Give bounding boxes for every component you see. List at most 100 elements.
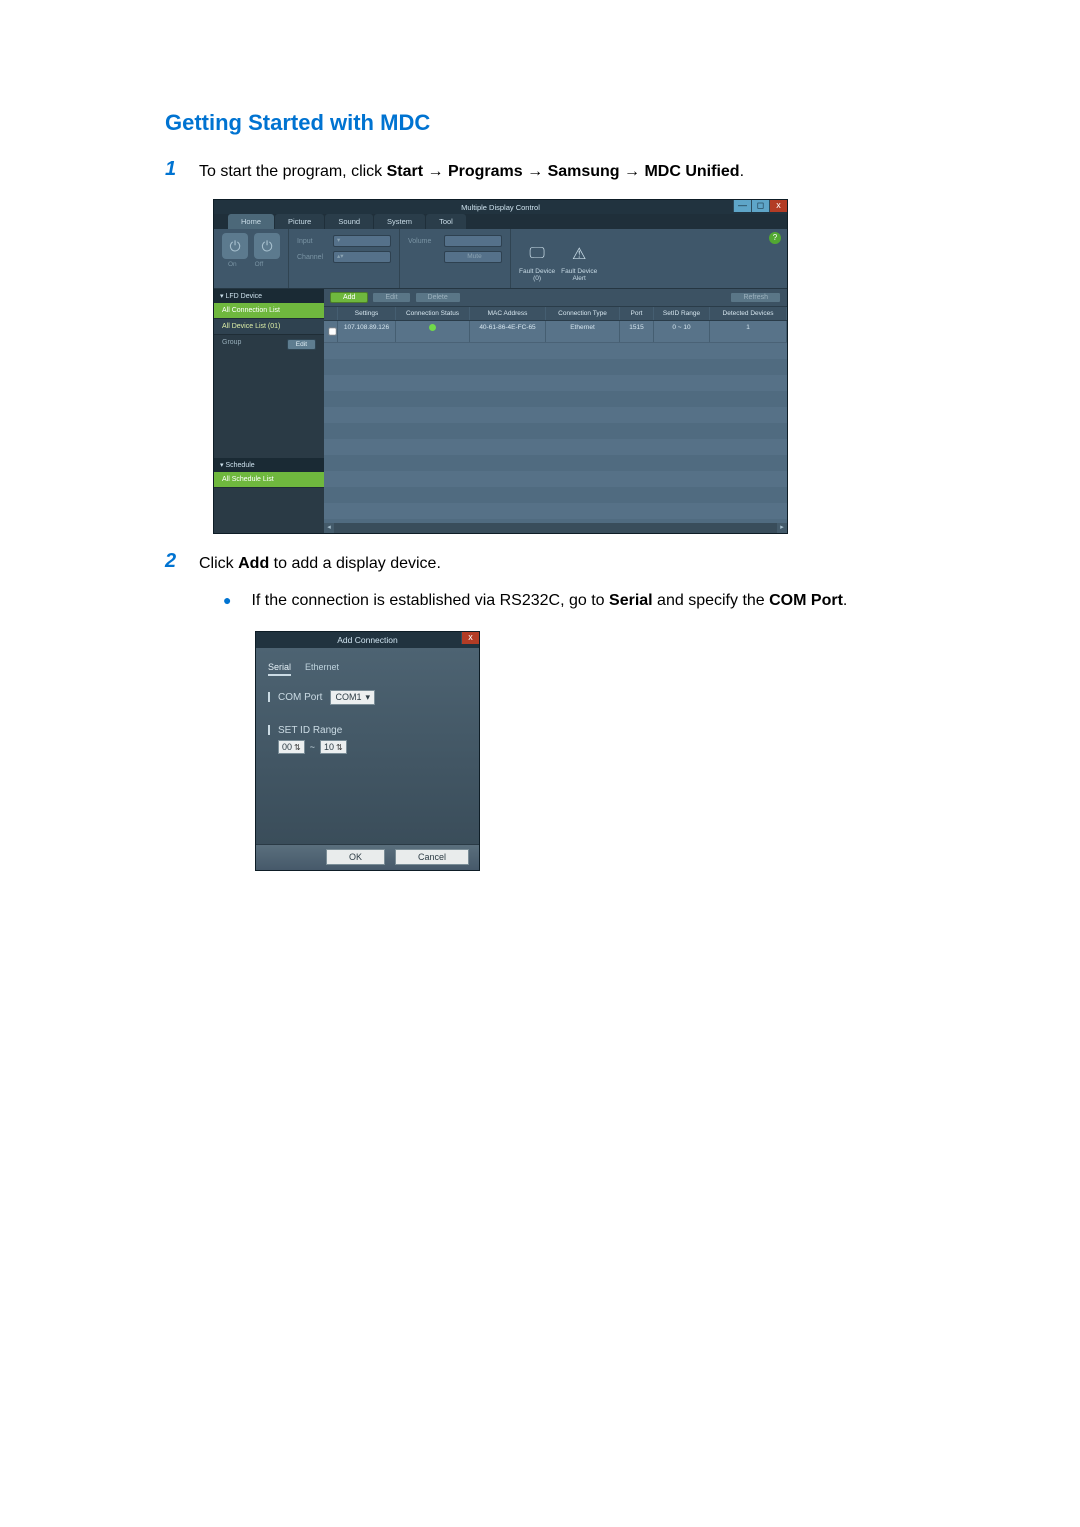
sidebar-schedule-header[interactable]: ▾ Schedule <box>214 458 324 472</box>
help-icon[interactable]: ? <box>769 232 781 244</box>
fault-device-icon[interactable]: 🖵 <box>524 242 550 266</box>
sidebar-group-row: Group Edit <box>214 335 324 354</box>
scroll-left-icon[interactable]: ◂ <box>324 523 334 533</box>
bullet-post: . <box>843 592 847 609</box>
arrow: → <box>620 163 645 180</box>
maximize-button[interactable]: ◻ <box>751 200 769 212</box>
dialog-titlebar: Add Connection x <box>256 632 479 648</box>
field-marker-icon <box>268 725 270 735</box>
tab-tool[interactable]: Tool <box>426 214 466 229</box>
cancel-button[interactable]: Cancel <box>395 849 469 865</box>
kw-samsung: Samsung <box>548 163 620 180</box>
input-select[interactable]: ▾ <box>333 235 391 247</box>
delete-button[interactable]: Delete <box>415 292 461 303</box>
step1-post: . <box>740 163 744 180</box>
ribbon-tabs: Home Picture Sound System Tool <box>214 214 787 229</box>
th-connstatus[interactable]: Connection Status <box>396 307 470 320</box>
ok-button[interactable]: OK <box>326 849 385 865</box>
setid-sep: ~ <box>310 742 315 752</box>
arrow: → <box>523 163 548 180</box>
row-checkbox[interactable] <box>329 328 337 336</box>
sidebar: ▾ LFD Device All Connection List All Dev… <box>214 289 324 533</box>
th-settings[interactable]: Settings <box>338 307 396 320</box>
edit-button[interactable]: Edit <box>372 292 410 303</box>
step-text: To start the program, click Start → Prog… <box>199 158 920 185</box>
bullet-icon: ● <box>223 587 231 614</box>
power-on-button[interactable]: ⏻ <box>222 233 248 259</box>
cell-port: 1515 <box>620 321 654 342</box>
close-button[interactable]: x <box>769 200 787 212</box>
scroll-right-icon[interactable]: ▸ <box>777 523 787 533</box>
device-toolbar: Add Edit Delete Refresh <box>324 289 787 306</box>
setid-from-stepper[interactable]: 00⇅ <box>278 740 305 754</box>
sidebar-lfd-header[interactable]: ▾ LFD Device <box>214 289 324 303</box>
cell-detected: 1 <box>710 321 787 342</box>
th-conntype[interactable]: Connection Type <box>546 307 620 320</box>
step-text: Click Add to add a display device. <box>199 550 920 577</box>
refresh-button[interactable]: Refresh <box>730 292 781 303</box>
kw-add: Add <box>238 555 269 572</box>
step2-pre: Click <box>199 555 238 572</box>
stepper-arrows-icon: ⇅ <box>294 743 301 752</box>
power-on-label: On <box>228 261 237 268</box>
th-checkbox[interactable] <box>324 307 338 320</box>
power-off-button[interactable]: ⏻ <box>254 233 280 259</box>
tab-picture[interactable]: Picture <box>275 214 324 229</box>
main-pane: Add Edit Delete Refresh Settings Connect… <box>324 289 787 533</box>
status-dot-icon <box>429 324 436 331</box>
kw-mdc-unified: MDC Unified <box>644 163 739 180</box>
sidebar-all-connection[interactable]: All Connection List <box>214 303 324 319</box>
step-number: 2 <box>165 550 181 577</box>
fault-alert-label: Fault Device Alert <box>561 268 597 282</box>
th-detected[interactable]: Detected Devices <box>710 307 787 320</box>
sidebar-all-device[interactable]: All Device List (01) <box>214 319 324 335</box>
step1-pre: To start the program, click <box>199 163 387 180</box>
dialog-title: Add Connection <box>337 635 398 645</box>
th-mac[interactable]: MAC Address <box>470 307 546 320</box>
section-heading: Getting Started with MDC <box>165 110 920 136</box>
dialog-close-button[interactable]: x <box>461 632 479 644</box>
setid-label: SET ID Range <box>278 725 342 736</box>
tab-sound[interactable]: Sound <box>325 214 373 229</box>
step-2-bullet: ● If the connection is established via R… <box>165 587 920 614</box>
mute-button[interactable]: Mute <box>444 251 502 263</box>
fault-alert-icon[interactable]: ⚠ <box>566 242 592 266</box>
th-port[interactable]: Port <box>620 307 654 320</box>
cell-range: 0 ~ 10 <box>654 321 710 342</box>
step-2: 2 Click Add to add a display device. <box>165 550 920 577</box>
th-setid[interactable]: SetID Range <box>654 307 710 320</box>
tab-ethernet[interactable]: Ethernet <box>305 662 339 676</box>
arrow: → <box>423 163 448 180</box>
cell-conntype: Ethernet <box>546 321 620 342</box>
cell-mac: 40-61-86-4E-FC-65 <box>470 321 546 342</box>
sidebar-all-schedule[interactable]: All Schedule List <box>214 472 324 488</box>
chevron-down-icon: ▾ <box>365 692 370 703</box>
group-edit-button[interactable]: Edit <box>287 339 316 350</box>
minimize-button[interactable]: — <box>733 200 751 212</box>
comport-value: COM1 <box>335 692 361 702</box>
bullet-mid: and specify the <box>653 592 770 609</box>
step-1: 1 To start the program, click Start → Pr… <box>165 158 920 185</box>
tab-system[interactable]: System <box>374 214 425 229</box>
volume-field[interactable] <box>444 235 502 247</box>
mdc-window: Multiple Display Control — ◻ x Home Pict… <box>213 199 788 534</box>
window-title: Multiple Display Control <box>461 203 540 212</box>
fault-device-label: Fault Device (0) <box>519 268 555 282</box>
volume-label: Volume <box>408 238 440 245</box>
horizontal-scrollbar[interactable]: ◂ ▸ <box>324 523 787 533</box>
ribbon: ? ⏻ ⏻ On Off Input▾ Channel▴▾ Volume Mut… <box>214 229 787 289</box>
kw-comport: COM Port <box>769 592 843 609</box>
channel-stepper[interactable]: ▴▾ <box>333 251 391 263</box>
step2-post: to add a display device. <box>269 555 441 572</box>
table-empty-area <box>324 343 787 523</box>
bullet-pre: If the connection is established via RS2… <box>251 592 609 609</box>
setid-to-value: 10 <box>324 742 334 752</box>
table-row[interactable]: 107.108.89.126 40-61-86-4E-FC-65 Etherne… <box>324 321 787 343</box>
tab-serial[interactable]: Serial <box>268 662 291 676</box>
tab-home[interactable]: Home <box>228 214 274 229</box>
setid-to-stepper[interactable]: 10⇅ <box>320 740 347 754</box>
comport-select[interactable]: COM1 ▾ <box>330 690 375 705</box>
kw-programs: Programs <box>448 163 523 180</box>
setid-from-value: 00 <box>282 742 292 752</box>
add-button[interactable]: Add <box>330 292 368 303</box>
